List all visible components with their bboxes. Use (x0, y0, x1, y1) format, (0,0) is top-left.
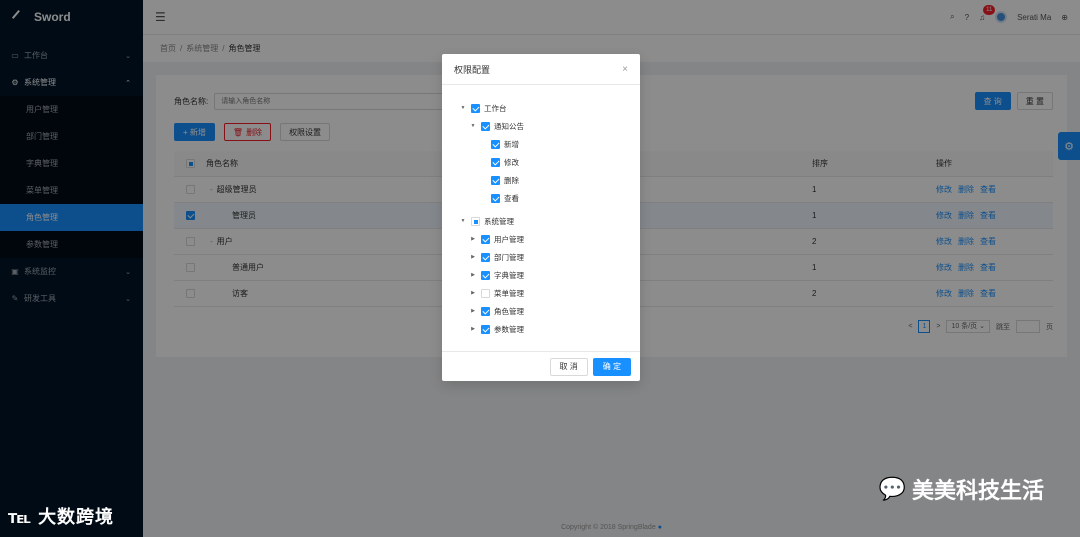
tree-switcher-icon[interactable]: ▼ (458, 105, 468, 111)
tree-node[interactable]: 删除 (458, 171, 640, 189)
tree-node-label: 通知公告 (494, 121, 524, 131)
tree-switcher-icon[interactable]: ▶ (468, 326, 478, 332)
watermark-left-text: 大数跨境 (38, 507, 115, 527)
tree-checkbox[interactable] (491, 157, 500, 167)
tree-node-label: 角色管理 (494, 306, 524, 316)
tree-node[interactable]: ▼ 通知公告 (458, 117, 640, 135)
tree-node[interactable]: ▶ 用户管理 (458, 230, 640, 248)
modal-title: 权限配置 (454, 64, 491, 75)
tree-node[interactable]: ▶ 角色管理 (458, 302, 640, 320)
tree-node[interactable]: ▼ 系统管理 (458, 212, 640, 230)
watermark-logo-icon: ℡ (8, 507, 39, 527)
tree-node[interactable]: ▶ 参数管理 (458, 320, 640, 338)
tree-switcher-icon[interactable]: ▼ (468, 123, 478, 129)
permission-modal: 权限配置 × ▼ 工作台 ▼ 通知公告 新增 修改 删除 查看 ▼ 系统管理 ▶ 用户管理 ▶ 部门管理 ▶… (442, 54, 640, 381)
modal-footer: 取 消 确 定 (442, 351, 640, 381)
close-icon[interactable]: × (622, 64, 628, 75)
watermark-right: 💬 美美科技生活 (879, 473, 1044, 505)
tree-node-label: 菜单管理 (494, 288, 524, 298)
permission-tree: ▼ 工作台 ▼ 通知公告新增修改删除查看 ▼ 系统管理 ▶ 用户管理 ▶ 部门管理 ▶ 字典管理 ▶ 菜单… (442, 85, 640, 338)
tree-node[interactable]: 查看 (458, 189, 640, 207)
tree-checkbox[interactable] (481, 306, 490, 316)
watermark-left: ℡ 大数跨境 (8, 503, 114, 529)
tree-checkbox[interactable] (481, 270, 490, 280)
tree-node-label: 删除 (504, 175, 519, 185)
tree-node-label: 修改 (504, 157, 519, 167)
tree-node-label: 字典管理 (494, 270, 524, 280)
tree-checkbox[interactable] (491, 175, 500, 185)
tree-checkbox[interactable] (481, 324, 490, 334)
tree-checkbox[interactable] (481, 288, 490, 298)
tree-switcher-icon[interactable]: ▶ (468, 236, 478, 242)
tree-checkbox[interactable] (491, 193, 500, 203)
tree-node-label: 新增 (504, 139, 519, 149)
tree-node-label: 部门管理 (494, 252, 524, 262)
tree-node[interactable]: 修改 (458, 153, 640, 171)
tree-checkbox[interactable] (471, 103, 480, 113)
tree-checkbox[interactable] (491, 139, 500, 149)
tree-checkbox[interactable] (481, 234, 490, 244)
tree-checkbox[interactable] (471, 216, 480, 226)
watermark-right-text: 美美科技生活 (911, 478, 1044, 503)
tree-node[interactable]: ▶ 字典管理 (458, 266, 640, 284)
tree-checkbox[interactable] (481, 252, 490, 262)
tree-switcher-icon[interactable]: ▶ (468, 254, 478, 260)
cancel-button[interactable]: 取 消 (549, 357, 588, 376)
tree-node-label: 参数管理 (494, 324, 524, 334)
wechat-icon: 💬 (878, 476, 906, 501)
confirm-button[interactable]: 确 定 (592, 357, 631, 376)
tree-node-label: 查看 (504, 193, 519, 203)
tree-checkbox[interactable] (481, 121, 490, 131)
tree-switcher-icon[interactable]: ▶ (468, 308, 478, 314)
modal-header: 权限配置 × (442, 54, 640, 85)
tree-switcher-icon[interactable]: ▶ (468, 290, 478, 296)
tree-switcher-icon[interactable]: ▶ (468, 272, 478, 278)
tree-node-label: 用户管理 (494, 234, 524, 244)
tree-node[interactable]: ▼ 工作台 (458, 99, 640, 117)
tree-node[interactable]: ▶ 菜单管理 (458, 284, 640, 302)
tree-node-label: 工作台 (484, 103, 507, 113)
tree-switcher-icon[interactable]: ▼ (458, 218, 468, 224)
tree-node[interactable]: 新增 (458, 135, 640, 153)
tree-node-label: 系统管理 (484, 216, 514, 226)
tree-node[interactable]: ▶ 部门管理 (458, 248, 640, 266)
